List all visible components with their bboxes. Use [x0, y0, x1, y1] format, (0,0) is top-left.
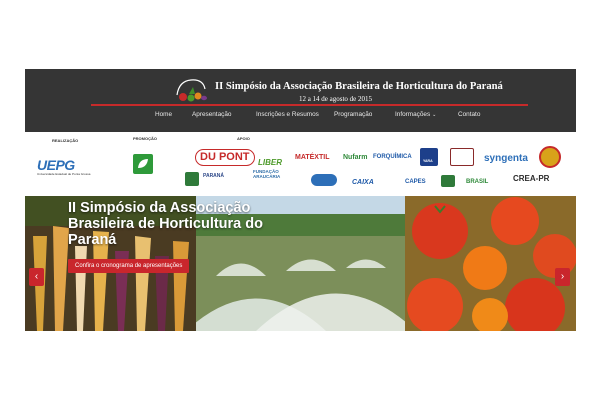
liber-logo[interactable]: LIBER [258, 159, 282, 167]
parana-crest-icon [185, 172, 199, 186]
cronograma-button[interactable]: Confira o cronograma de apresentações [68, 259, 190, 273]
abh-promocao-logo[interactable] [133, 154, 153, 174]
nav-inscricoes[interactable]: Inscrições e Resumos [256, 111, 319, 118]
chevron-down-icon: ⌄ [432, 112, 437, 118]
yara-text: YARA [423, 159, 433, 163]
matexil-logo[interactable]: MATÉXTIL [295, 154, 329, 161]
slider-prev-button[interactable]: ‹ [29, 268, 44, 286]
futurar-logo[interactable] [450, 148, 474, 166]
sponsors-strip: REALIZAÇÃO PROMOÇÃO APOIO UEPG Universid… [25, 132, 576, 196]
apoio-label: APOIO [237, 136, 250, 141]
dupont-logo[interactable]: DU PONT [195, 149, 255, 166]
event-dates: 12 a 14 de agosto de 2015 [298, 95, 373, 103]
tomatoes-image [405, 196, 576, 331]
ministerio-logo[interactable] [441, 175, 455, 187]
parana-logo[interactable]: PARANÁ [203, 174, 224, 179]
realizacao-label: REALIZAÇÃO [52, 138, 79, 143]
nav-informacoes-label: Informações [395, 111, 431, 118]
nufarm-logo[interactable]: Nufarm [343, 154, 368, 161]
site-title: II Simpósio da Associação Brasileira de … [215, 81, 503, 92]
hero-slider: II Simpósio da Associação Brasileira de … [25, 196, 576, 331]
chevron-right-icon: › [560, 271, 565, 282]
crea-pr-logo[interactable]: CREA-PR [513, 175, 549, 183]
caixa-logo[interactable]: CAIXA [352, 179, 374, 186]
nav-programacao[interactable]: Programação [334, 111, 372, 118]
yara-logo[interactable]: YARA [420, 148, 438, 166]
seal-logo[interactable] [539, 146, 561, 168]
website: II Simpósio da Associação Brasileira de … [25, 69, 576, 331]
nav-contato[interactable]: Contato [458, 111, 480, 118]
nav-informacoes[interactable]: Informações ⌄ [395, 111, 436, 118]
site-header: II Simpósio da Associação Brasileira de … [25, 69, 576, 132]
brasil-logo[interactable]: BRASIL [466, 179, 488, 185]
fauepg-logo[interactable] [311, 174, 337, 186]
nav-home[interactable]: Home [155, 111, 172, 118]
uepg-subtitle: Universidade Estadual de Ponta Grossa [37, 172, 91, 176]
promocao-label: PROMOÇÃO [133, 136, 157, 141]
header-divider [91, 104, 528, 106]
capes-logo[interactable]: CAPES [405, 179, 426, 185]
slide-title: II Simpósio da Associação Brasileira de … [68, 200, 263, 248]
uepg-logo[interactable]: UEPG [37, 158, 75, 172]
syngenta-logo[interactable]: syngenta [484, 154, 528, 164]
fundacao-araucaria-logo[interactable]: FUNDAÇÃO ARAUCÁRIA [253, 169, 283, 179]
chevron-left-icon: ‹ [34, 271, 39, 282]
slider-next-button[interactable]: › [555, 268, 570, 286]
leaf-icon [138, 159, 148, 168]
main-nav: Home Apresentação Inscrições e Resumos P… [25, 111, 576, 125]
nav-apresentacao[interactable]: Apresentação [192, 111, 231, 118]
forquimica-logo[interactable]: FORQUÍMICA [373, 154, 412, 160]
